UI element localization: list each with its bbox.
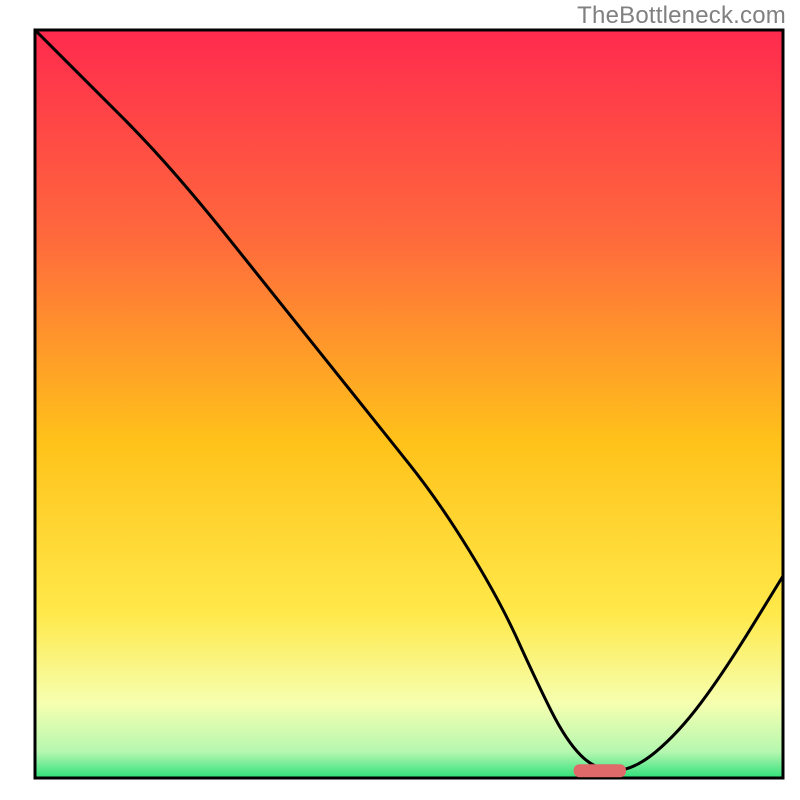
chart-stage: TheBottleneck.com — [0, 0, 800, 800]
optimum-marker — [574, 764, 626, 777]
bottleneck-chart — [0, 0, 800, 800]
watermark-text: TheBottleneck.com — [577, 2, 786, 30]
